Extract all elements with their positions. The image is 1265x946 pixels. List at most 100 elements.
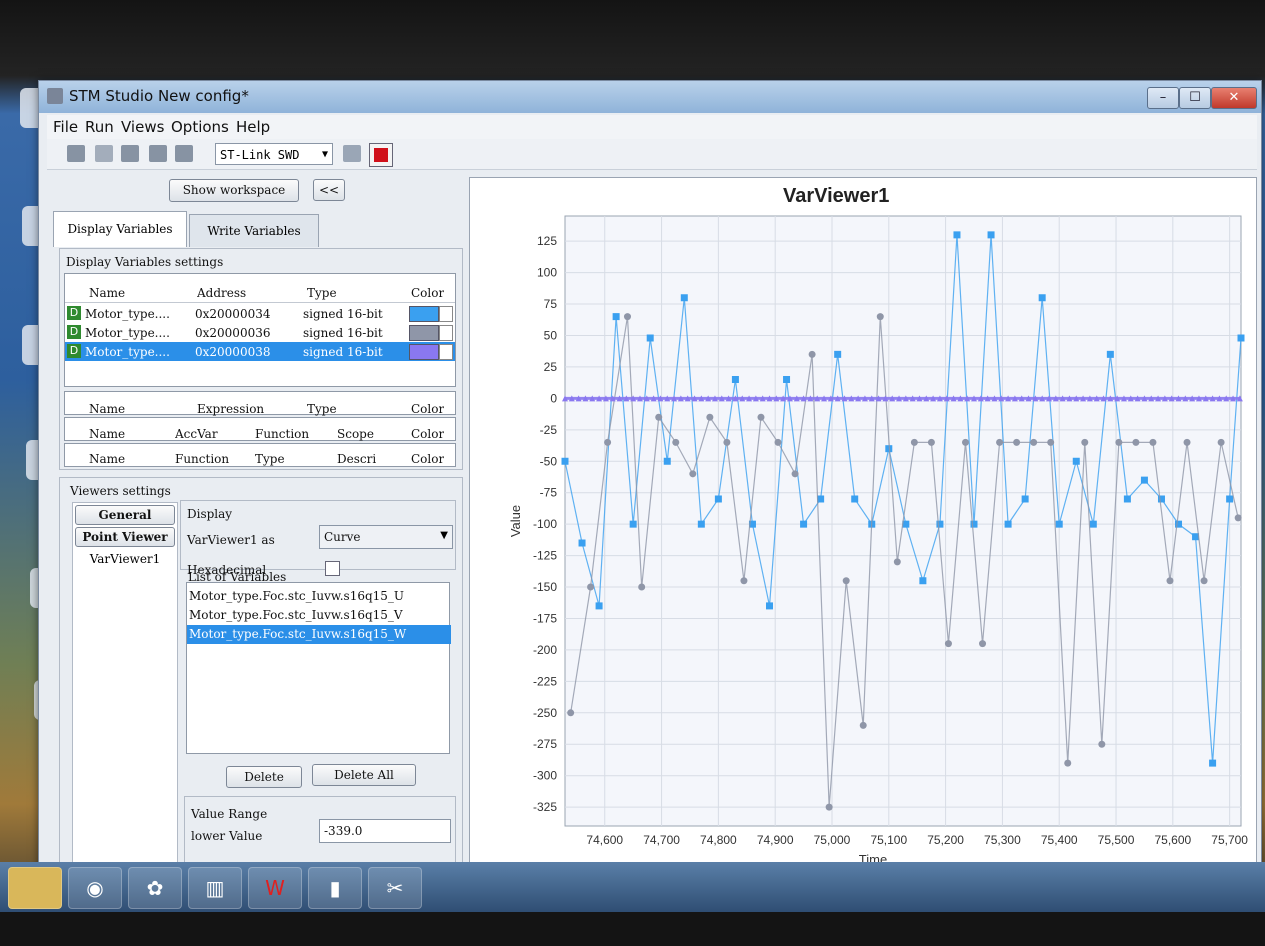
series-point (623, 313, 631, 321)
series-point (723, 438, 731, 446)
y-tick-label: -75 (540, 486, 558, 500)
series-point (979, 640, 987, 648)
viewers-title: Viewers settings (70, 484, 171, 498)
series-point (851, 495, 859, 503)
delete-button[interactable]: Delete (226, 766, 302, 788)
x-tick-label: 74,800 (700, 833, 737, 847)
variable-address: 0x20000034 (195, 307, 271, 321)
chrome-icon[interactable]: ◉ (68, 867, 122, 909)
variable-address: 0x20000038 (195, 345, 271, 359)
save-icon[interactable] (149, 145, 167, 162)
list-item[interactable]: Motor_type.Foc.stc_Iuvw.s16q15_V (187, 606, 451, 625)
viewer-tab-point-viewer[interactable]: Point Viewer (75, 527, 175, 547)
menu-views[interactable]: Views (121, 118, 164, 136)
table-row-selected[interactable]: D Motor_type.... 0x20000038 signed 16-bi… (65, 342, 455, 361)
table-row[interactable]: D Motor_type.... 0x20000034 signed 16-bi… (65, 304, 455, 323)
series-point (1072, 457, 1080, 465)
series-point (1115, 438, 1123, 446)
open-folder-icon[interactable] (67, 145, 85, 162)
close-button[interactable]: ✕ (1211, 87, 1257, 109)
menu-options[interactable]: Options (171, 118, 229, 136)
series-point (996, 438, 1004, 446)
series-point (1013, 438, 1021, 446)
list-item[interactable]: Motor_type.Foc.stc_Iuvw.s16q15_U (187, 587, 451, 606)
stop-icon (374, 148, 388, 162)
viewer-tab-list: General Point Viewer VarViewer1 (72, 502, 178, 871)
series-point (1166, 577, 1174, 585)
series-point (567, 709, 575, 717)
series-point (953, 231, 961, 239)
lower-value-input[interactable]: -339.0 (319, 819, 451, 843)
y-tick-label: -275 (533, 737, 557, 751)
series-point (1021, 495, 1029, 503)
x-tick-label: 74,700 (643, 833, 680, 847)
viewer-tab-general[interactable]: General (75, 505, 175, 525)
variable-color-swatch[interactable] (409, 306, 439, 322)
series-point (1004, 520, 1012, 528)
value-range-group: Value Range lower Value -339.0 (184, 796, 456, 871)
x-tick-label: 75,700 (1211, 833, 1248, 847)
taskbar: ◉ ✿ ▥ W ▮ ✂ (0, 862, 1265, 912)
tab-write-variables[interactable]: Write Variables (189, 214, 319, 247)
layout-icon[interactable] (343, 145, 361, 162)
y-tick-label: -150 (533, 580, 557, 594)
series-point (1106, 350, 1114, 358)
hexadecimal-checkbox[interactable] (325, 561, 340, 576)
variable-name: Motor_type.... (85, 307, 170, 321)
color-picker[interactable] (439, 344, 453, 360)
series-point (970, 520, 978, 528)
variable-type: signed 16-bit (303, 326, 383, 340)
y-tick-label: 125 (537, 234, 557, 248)
variable-color-swatch[interactable] (409, 325, 439, 341)
variable-color-swatch[interactable] (409, 344, 439, 360)
export-icon[interactable] (175, 145, 193, 162)
minimize-button[interactable]: – (1147, 87, 1179, 109)
series-point (825, 803, 833, 811)
series-point (1226, 495, 1234, 503)
title-bar[interactable]: STM Studio New config* – ☐ ✕ (39, 81, 1261, 113)
series-point (1200, 577, 1208, 585)
menu-run[interactable]: Run (85, 118, 114, 136)
connection-select[interactable]: ST-Link SWD ▼ (215, 143, 333, 165)
menu-file[interactable]: File (53, 118, 78, 136)
connection-value: ST-Link SWD (220, 148, 300, 162)
window-title: STM Studio New config* (69, 87, 249, 105)
reader-app-icon[interactable]: ▥ (188, 867, 242, 909)
explorer-icon[interactable] (8, 867, 62, 909)
series-point (680, 294, 688, 302)
series-point (646, 334, 654, 342)
y-tick-label: 25 (544, 360, 558, 374)
x-tick-label: 75,400 (1041, 833, 1078, 847)
stm-studio-icon[interactable]: ▮ (308, 867, 362, 909)
maximize-button[interactable]: ☐ (1179, 87, 1211, 109)
color-picker[interactable] (439, 306, 453, 322)
viewer-tab-varviewer1[interactable]: VarViewer1 (75, 549, 175, 569)
y-tick-label: -200 (533, 643, 557, 657)
list-item-selected[interactable]: Motor_type.Foc.stc_Iuvw.s16q15_W (187, 625, 451, 644)
monitor-bezel (0, 912, 1265, 946)
tab-display-variables[interactable]: Display Variables (53, 211, 187, 247)
stop-button[interactable] (369, 143, 393, 167)
viewer-type-select[interactable]: Curve ▼ (319, 525, 453, 549)
new-file-icon[interactable] (95, 145, 113, 162)
snipping-tool-icon[interactable]: ✂ (368, 867, 422, 909)
delete-all-button[interactable]: Delete All (312, 764, 416, 786)
acc-table: Name AccVar Function Scope Color (64, 417, 456, 441)
series-point (1098, 740, 1106, 748)
save-as-icon[interactable] (121, 145, 139, 162)
y-tick-label: -25 (540, 423, 558, 437)
series-point (961, 438, 969, 446)
series-point (757, 413, 765, 421)
color-picker[interactable] (439, 325, 453, 341)
col-scope: Scope (337, 427, 374, 441)
variables-table: Name Address Type Color D Motor_type....… (64, 273, 456, 387)
variable-badge: D (67, 325, 81, 339)
wps-icon[interactable]: W (248, 867, 302, 909)
show-workspace-button[interactable]: Show workspace (169, 179, 299, 202)
table-row[interactable]: D Motor_type.... 0x20000036 signed 16-bi… (65, 323, 455, 342)
collapse-button[interactable]: << (313, 179, 345, 201)
series-point (672, 438, 680, 446)
cloud-app-icon[interactable]: ✿ (128, 867, 182, 909)
menu-help[interactable]: Help (236, 118, 270, 136)
y-tick-label: 50 (544, 328, 558, 342)
